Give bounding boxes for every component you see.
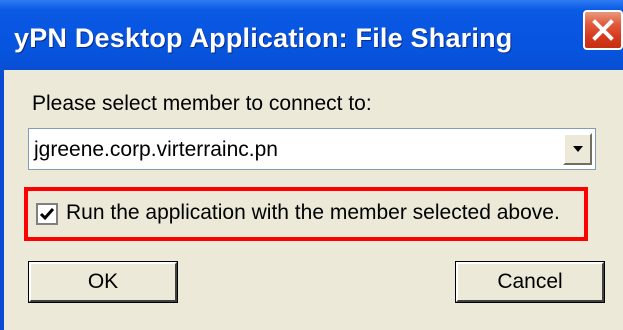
close-button[interactable] xyxy=(583,10,623,50)
run-application-label[interactable]: Run the application with the member sele… xyxy=(66,201,560,225)
member-select-dropdown-button[interactable] xyxy=(563,133,592,165)
dialog-window: yPN Desktop Application: File Sharing Pl… xyxy=(0,0,623,330)
close-icon xyxy=(592,19,614,41)
checkmark-icon xyxy=(39,208,55,221)
chevron-down-icon xyxy=(573,146,583,152)
window-title: yPN Desktop Application: File Sharing xyxy=(14,23,513,53)
title-bar: yPN Desktop Application: File Sharing xyxy=(0,0,623,80)
dialog-body: Please select member to connect to: jgre… xyxy=(4,70,623,330)
ok-button[interactable]: OK xyxy=(28,261,178,303)
member-select[interactable]: jgreene.corp.virterrainc.pn xyxy=(28,128,596,170)
run-application-checkbox[interactable] xyxy=(36,203,58,225)
cancel-button[interactable]: Cancel xyxy=(455,261,605,303)
member-select-value: jgreene.corp.virterrainc.pn xyxy=(34,138,278,161)
member-prompt-label: Please select member to connect to: xyxy=(32,92,372,115)
